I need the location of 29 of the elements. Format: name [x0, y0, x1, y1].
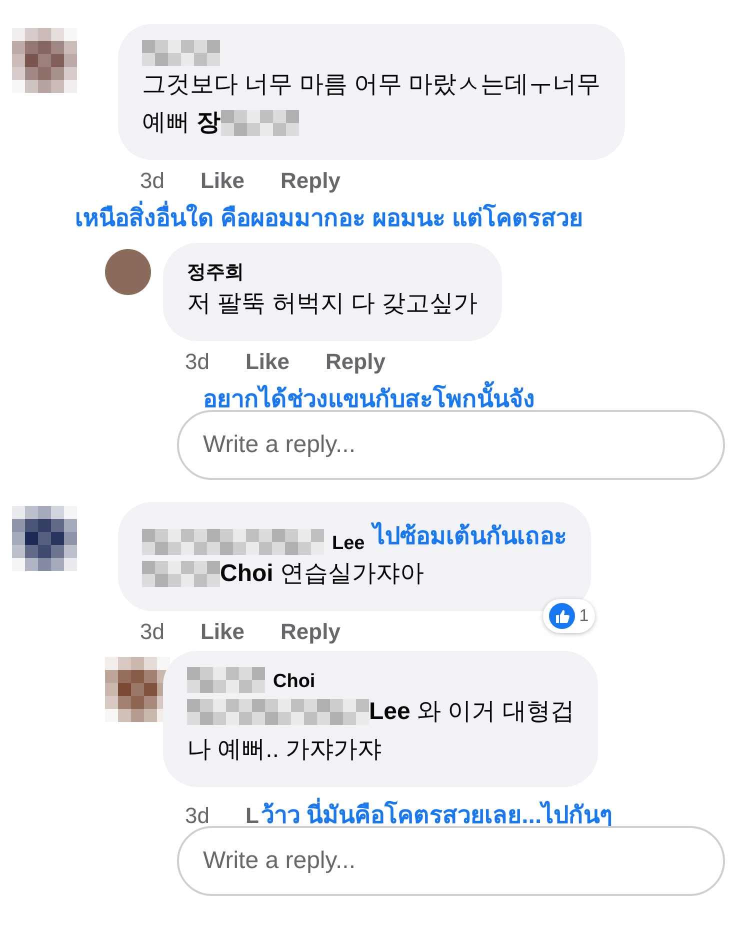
translation-caption: ไปซ้อมเต้นกันเถอะ: [372, 520, 567, 552]
comment-time: 3d: [185, 349, 210, 375]
reply-input[interactable]: Write a reply...: [177, 826, 725, 896]
comment-text: 그것보다 너무 마름 어무 마랐ㅅ는데ㅜ너무: [142, 70, 601, 100]
comment-text: 와 이거 대형겁: [416, 697, 574, 727]
action-link[interactable]: Reply: [280, 168, 340, 194]
action-link[interactable]: L: [245, 803, 259, 829]
reaction-badge[interactable]: 1: [543, 599, 595, 633]
thumbs-up-icon: [549, 603, 576, 629]
mention-link[interactable]: Choi: [220, 555, 274, 593]
author-name[interactable]: Lee: [332, 533, 365, 555]
comment-time: 3d: [140, 619, 164, 645]
action-link[interactable]: Reply: [326, 349, 386, 375]
comment-text: 나 예뻐.. 가쟈가쟈: [187, 735, 382, 765]
mention-link[interactable]: 장: [196, 104, 221, 142]
action-link[interactable]: Reply: [280, 619, 340, 645]
comment-time: 3d: [185, 803, 210, 829]
reply-input[interactable]: Write a reply...: [177, 410, 725, 480]
action-link[interactable]: Like: [200, 168, 245, 194]
translation-caption: เหนือสิ่งอื่นใด คือผอมมากอะ ผอมนะ แต่โคตรสวย: [0, 198, 750, 237]
comment-text: 예뻐: [142, 108, 191, 138]
action-link[interactable]: Like: [245, 349, 290, 375]
comment-text: 연습실가쟈아: [278, 559, 424, 589]
action-link[interactable]: Like: [200, 619, 245, 645]
author-name[interactable]: 정주희: [187, 259, 244, 285]
author-name[interactable]: Choi: [273, 671, 316, 693]
comment-text: 저 팔뚝 허벅지 다 갖고싶가: [187, 289, 478, 319]
comment-time: 3d: [140, 168, 164, 194]
mention-link[interactable]: Lee: [369, 693, 410, 731]
